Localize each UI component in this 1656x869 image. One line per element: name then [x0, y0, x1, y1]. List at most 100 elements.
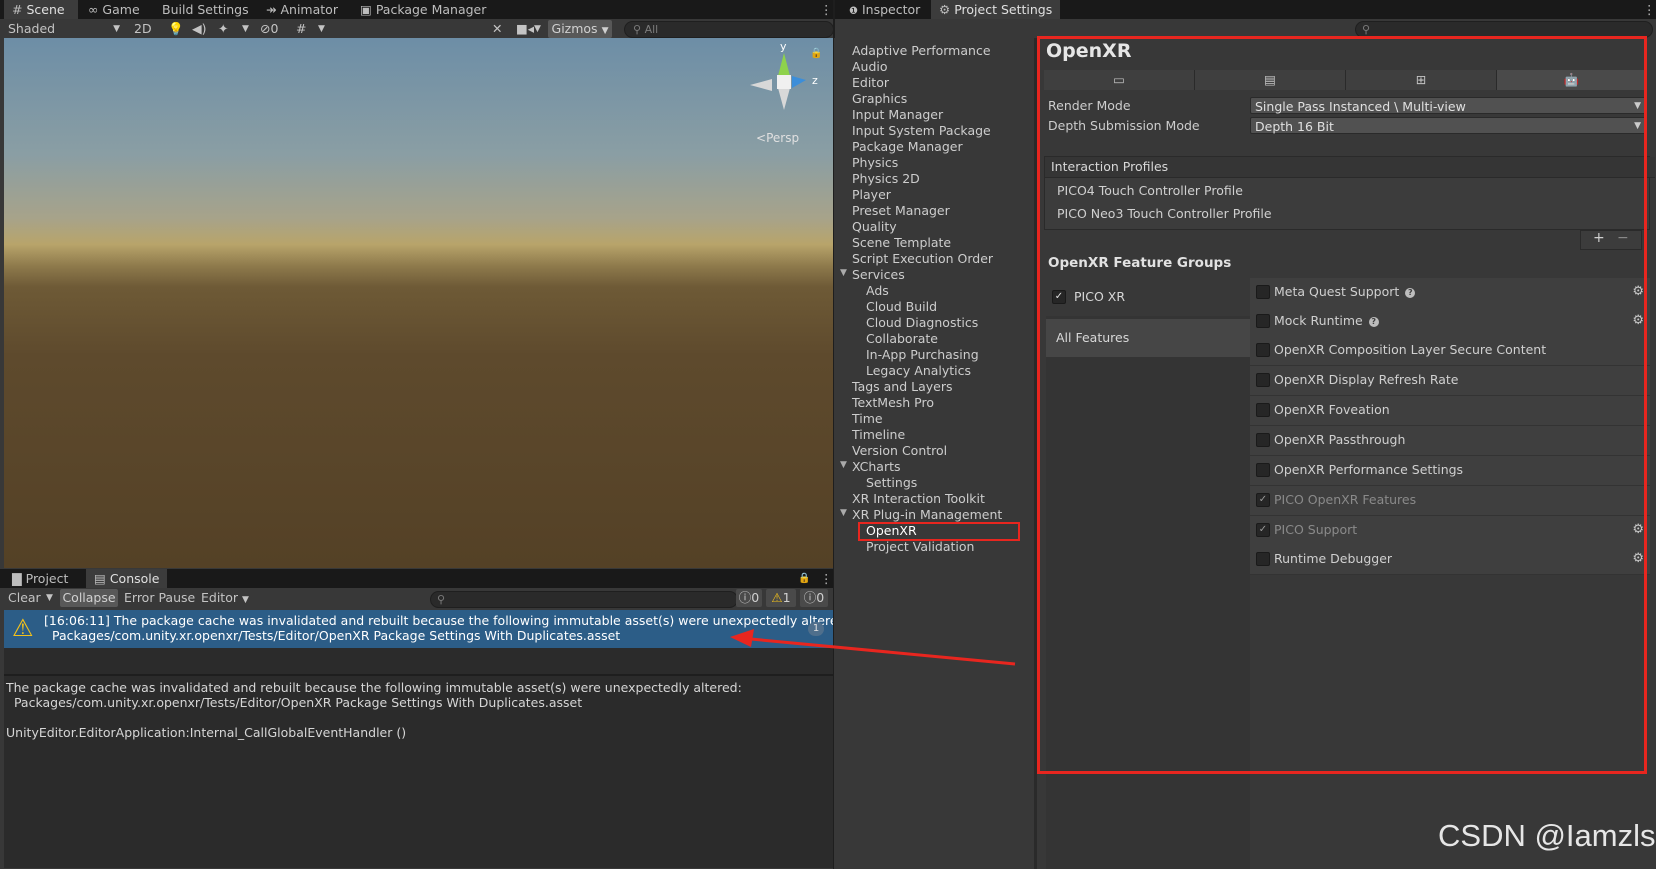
settings-nav-item[interactable]: Cloud Diagnostics — [866, 315, 978, 331]
warning-icon: ⚠ — [12, 614, 34, 642]
hidden-objects-toggle[interactable]: ⊘0 — [260, 19, 278, 39]
watermark: CSDN @Iamzls — [1438, 818, 1656, 853]
tab-game[interactable]: ∞ Game — [80, 0, 148, 19]
clear-button[interactable]: Clear — [8, 588, 41, 608]
tab-project-settings[interactable]: ⚙ Project Settings — [931, 0, 1061, 19]
lock-icon[interactable]: 🔒 — [810, 48, 822, 59]
settings-nav-item[interactable]: Collaborate — [866, 331, 938, 347]
settings-nav-item[interactable]: Physics — [852, 155, 898, 171]
console-log-area: ⚠ [16:06:11] The package cache was inval… — [4, 610, 850, 868]
settings-nav-item[interactable]: Graphics — [852, 91, 907, 107]
highlight-box-openxr-panel — [1037, 36, 1647, 774]
settings-nav-item[interactable]: Package Manager — [852, 139, 963, 155]
collapse-button[interactable]: Collapse — [60, 589, 118, 607]
settings-nav-item[interactable]: In-App Purchasing — [866, 347, 979, 363]
error-toggle[interactable]: ⓘ0 — [800, 589, 828, 607]
settings-nav-item[interactable]: Quality — [852, 219, 897, 235]
settings-nav-item[interactable]: Script Execution Order — [852, 251, 993, 267]
settings-nav-item[interactable]: Services — [852, 267, 905, 283]
console-toolbar: Clear ▼ Collapse Error Pause Editor ▼ ⚲ … — [0, 588, 834, 609]
console-detail-line1: The package cache was invalidated and re… — [6, 680, 742, 695]
scene-viewport[interactable]: y z 🔒 <Persp — [4, 38, 833, 568]
settings-nav-item[interactable]: Physics 2D — [852, 171, 920, 187]
chevron-down-icon[interactable]: ▼ — [242, 19, 249, 39]
folder-icon: ▇ — [12, 571, 22, 586]
console-divider[interactable] — [4, 674, 833, 676]
settings-nav-item[interactable]: Time — [852, 411, 883, 427]
scene-search-input[interactable]: ⚲ All — [624, 21, 834, 38]
console-entry-warning[interactable]: ⚠ [16:06:11] The package cache was inval… — [4, 610, 850, 648]
settings-nav-item[interactable]: Settings — [866, 475, 917, 491]
settings-nav-item[interactable]: Input System Package — [852, 123, 991, 139]
settings-nav-item[interactable]: Ads — [866, 283, 889, 299]
error-pause-button[interactable]: Error Pause — [124, 588, 195, 608]
settings-nav-item[interactable]: Preset Manager — [852, 203, 950, 219]
tab-inspector[interactable]: ❶ Inspector — [841, 0, 928, 19]
grid-toggle-icon[interactable]: # — [296, 19, 306, 39]
settings-nav-item[interactable]: Player — [852, 187, 891, 203]
highlight-box-openxr-nav — [858, 522, 1020, 541]
camera-icon[interactable]: ■◂ — [516, 19, 534, 39]
gear-icon: ⚙ — [939, 2, 951, 17]
gizmo-z-label: z — [812, 74, 818, 87]
perspective-label[interactable]: <Persp — [756, 131, 799, 145]
settings-nav-item[interactable]: Timeline — [852, 427, 905, 443]
console-search-input[interactable]: ⚲ — [430, 591, 738, 608]
gamepad-icon: ∞ — [88, 2, 99, 17]
shading-mode-dropdown[interactable]: Shaded ▼ — [8, 19, 120, 39]
gizmo-y-label: y — [780, 40, 787, 53]
settings-nav-item[interactable]: Project Validation — [866, 539, 974, 555]
settings-nav-item[interactable]: Version Control — [852, 443, 947, 459]
gizmos-button[interactable]: Gizmos ▼ — [548, 20, 612, 38]
inspector-tabbar: ❶ Inspector ⚙ Project Settings ⋮ — [835, 0, 1656, 19]
info-toggle[interactable]: ⓘ0 — [736, 589, 762, 607]
scene-toolbar: Shaded ▼ 2D 💡 ◀) ✦ ▼ ⊘0 # ▼ ✕ ■◂ ▼ Gizmo… — [0, 19, 834, 38]
animator-icon: ↠ — [266, 2, 277, 17]
chevron-down-icon: ▼ — [113, 24, 120, 34]
mode-2d-button[interactable]: 2D — [134, 19, 152, 39]
audio-icon[interactable]: ◀) — [192, 19, 207, 39]
project-settings-nav: Adaptive Performance Audio Editor Graphics I… — [834, 38, 1034, 869]
expand-arrow-icon[interactable]: ▼ — [840, 460, 847, 470]
settings-nav-item[interactable]: Input Manager — [852, 107, 943, 123]
expand-arrow-icon[interactable]: ▼ — [840, 268, 847, 278]
settings-nav-item[interactable]: Adaptive Performance — [852, 43, 991, 59]
tools-icon[interactable]: ✕ — [492, 19, 502, 39]
more-options-icon[interactable]: ⋮ — [1635, 0, 1656, 19]
error-icon: ⓘ — [803, 590, 817, 605]
chevron-down-icon[interactable]: ▼ — [534, 19, 541, 39]
package-icon: ▣ — [360, 2, 372, 17]
warning-toggle[interactable]: ⚠1 — [766, 589, 796, 607]
effects-icon[interactable]: ✦ — [218, 19, 228, 39]
info-icon: ⓘ — [738, 590, 752, 605]
settings-nav-item[interactable]: TextMesh Pro — [852, 395, 934, 411]
tab-project[interactable]: ▇ Project — [4, 569, 76, 588]
scene-tabbar: # Scene ∞ Game Build Settings ↠ Animator ▣ P… — [0, 0, 834, 19]
tab-package-manager[interactable]: ▣ Package Manager — [352, 0, 494, 19]
chevron-down-icon[interactable]: ▼ — [318, 19, 325, 39]
tab-scene[interactable]: # Scene — [4, 0, 78, 19]
tab-build-settings[interactable]: Build Settings — [154, 0, 257, 19]
console-detail-line2: Packages/com.unity.xr.openxr/Tests/Edito… — [6, 695, 583, 710]
settings-nav-item[interactable]: XR Plug-in Management — [852, 507, 1002, 523]
console-detail-stack: UnityEditor.EditorApplication:Internal_C… — [6, 725, 407, 740]
chevron-down-icon[interactable]: ▼ — [46, 588, 53, 608]
settings-nav-item[interactable]: Editor — [852, 75, 889, 91]
grid-icon: # — [12, 2, 23, 17]
settings-nav-item[interactable]: Audio — [852, 59, 888, 75]
expand-arrow-icon[interactable]: ▼ — [840, 508, 847, 518]
settings-nav-item[interactable]: XR Interaction Toolkit — [852, 491, 985, 507]
warning-icon: ⚠ — [771, 590, 783, 605]
lighting-icon[interactable]: 💡 — [168, 19, 184, 39]
console-icon: ▤ — [94, 571, 106, 586]
console-tabbar: ▇ Project ▤ Console 🔒 ⋮ — [0, 569, 834, 588]
settings-nav-item[interactable]: Legacy Analytics — [866, 363, 971, 379]
info-icon: ❶ — [849, 6, 858, 17]
settings-nav-item[interactable]: Cloud Build — [866, 299, 937, 315]
tab-animator[interactable]: ↠ Animator — [258, 0, 346, 19]
settings-nav-item[interactable]: Scene Template — [852, 235, 951, 251]
tab-console[interactable]: ▤ Console — [86, 569, 168, 588]
editor-dropdown[interactable]: Editor ▼ — [201, 588, 249, 608]
settings-nav-item[interactable]: XCharts — [852, 459, 901, 475]
settings-nav-item[interactable]: Tags and Layers — [852, 379, 953, 395]
